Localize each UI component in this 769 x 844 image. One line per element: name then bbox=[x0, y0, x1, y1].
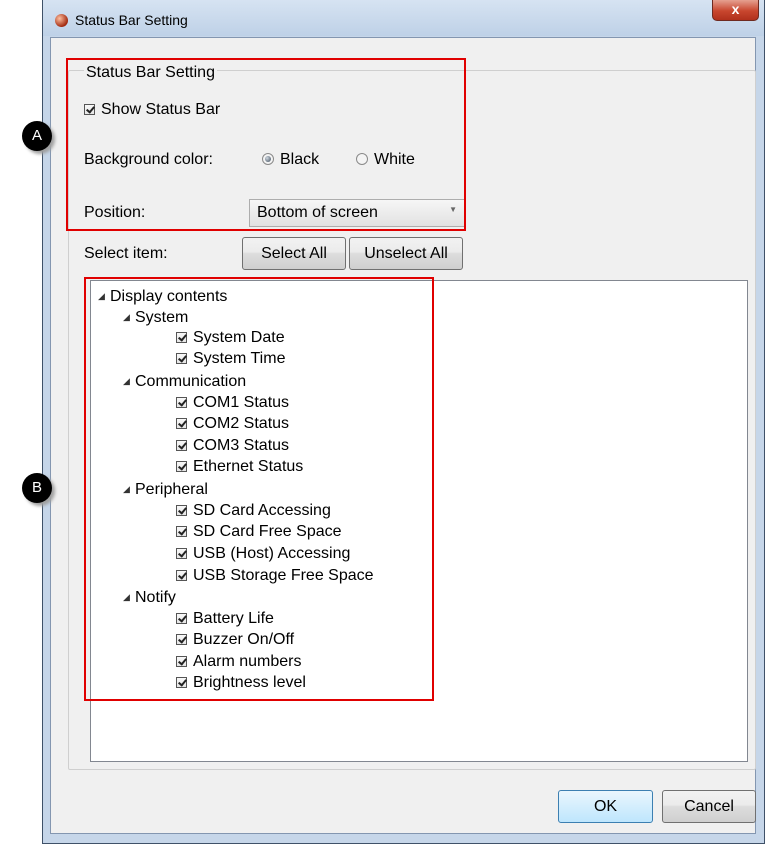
cancel-button[interactable]: Cancel bbox=[662, 790, 756, 823]
close-button[interactable]: x bbox=[712, 0, 759, 21]
highlight-box-b bbox=[84, 277, 434, 701]
app-icon bbox=[55, 14, 68, 27]
title-bar[interactable]: Status Bar Setting x bbox=[43, 0, 764, 36]
highlight-box-a bbox=[66, 58, 466, 231]
callout-a: A bbox=[22, 121, 52, 151]
callout-b: B bbox=[22, 473, 52, 503]
ok-button[interactable]: OK bbox=[558, 790, 653, 823]
select-all-button[interactable]: Select All bbox=[242, 237, 346, 270]
unselect-all-button[interactable]: Unselect All bbox=[349, 237, 463, 270]
select-item-label: Select item: bbox=[84, 245, 168, 262]
window-title: Status Bar Setting bbox=[75, 12, 188, 28]
